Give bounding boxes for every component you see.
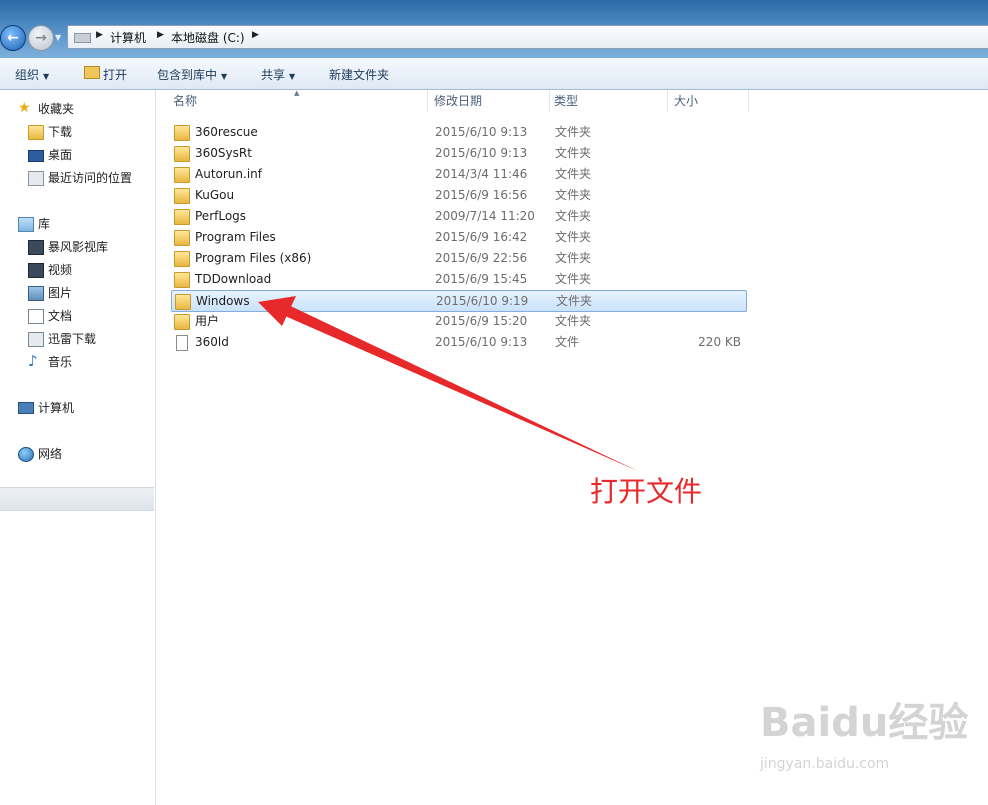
watermark-url: jingyan.baidu.com bbox=[760, 756, 890, 772]
annotation-text: 打开文件 bbox=[590, 475, 703, 508]
baidu-watermark: Baidu经验 jingyan.baidu.com bbox=[760, 690, 969, 772]
watermark-logo: Baidu经验 bbox=[760, 700, 969, 746]
arrow-shaft bbox=[276, 302, 640, 472]
annotation-arrow bbox=[258, 296, 640, 472]
